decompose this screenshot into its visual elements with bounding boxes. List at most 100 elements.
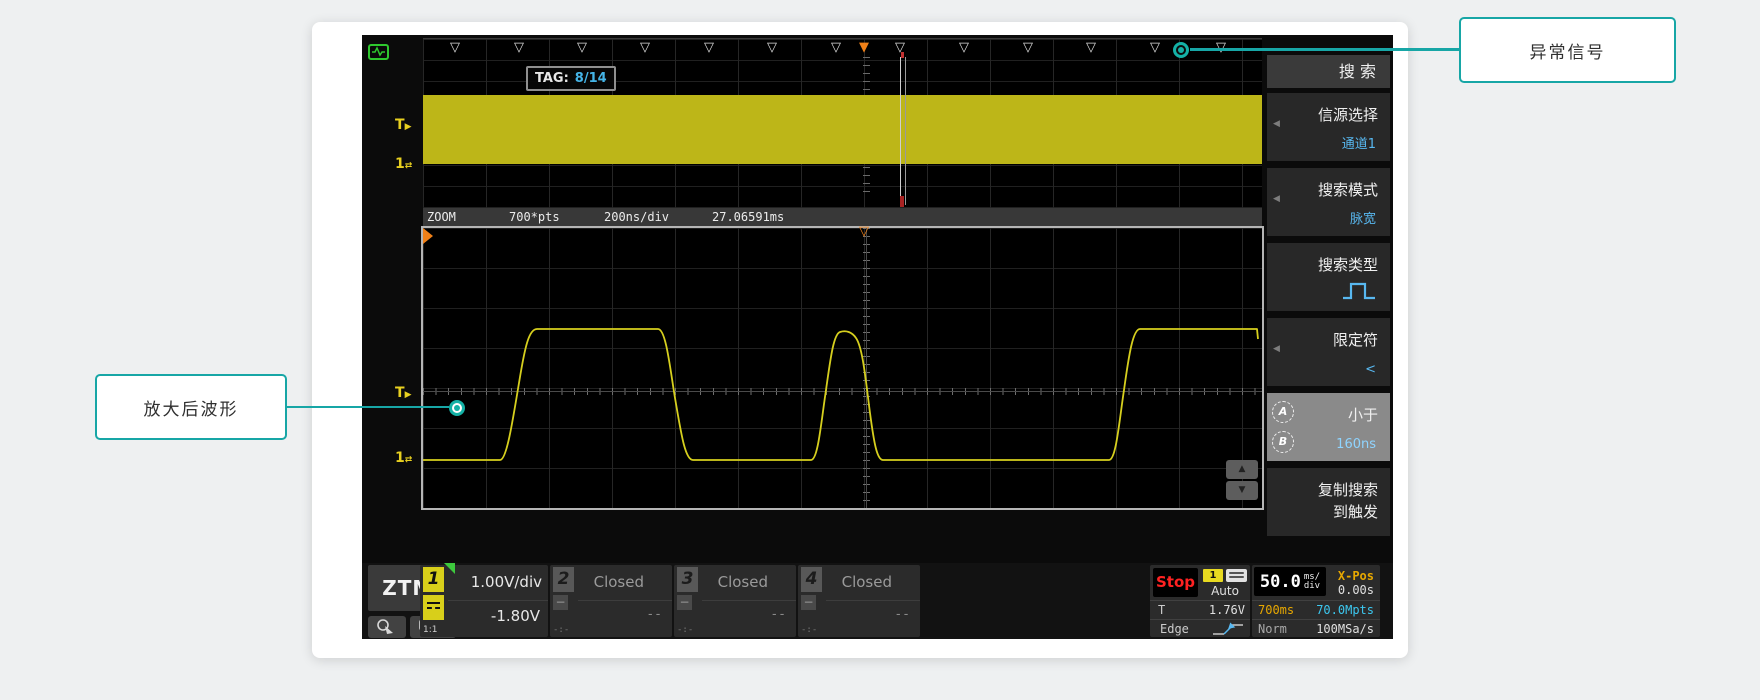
timebase-scale-box: 50.0 ms/div <box>1254 567 1326 596</box>
status-bar: ZTMI 1 1:1 <box>362 563 1393 639</box>
rising-edge-icon <box>1211 622 1245 636</box>
channel4-status[interactable]: 4−Closed---:- <box>798 565 920 637</box>
menu-item-value: 通道1 <box>1342 133 1376 152</box>
menu-item-label: 复制搜索 <box>1318 479 1378 500</box>
zoom-callout-box: 放大后波形 <box>95 374 287 440</box>
bandwidth-limit-badge: − <box>677 595 692 610</box>
menu-item-label: 限定符 <box>1333 329 1378 350</box>
trigger-source-badge: 1 <box>1203 569 1223 582</box>
channel-probe-ratio: -:- <box>677 625 693 635</box>
zoom-info-bar: ZOOM 700*pts 200ns/div 27.06591ms <box>423 208 1262 226</box>
pulse-icon <box>1341 281 1377 305</box>
timebase-unit-2: div <box>1304 581 1320 591</box>
channel-offset-placeholder: -- <box>770 607 786 622</box>
zoom-callout-target-circle <box>449 400 465 416</box>
scroll-down-button[interactable]: ▼ <box>1226 481 1258 500</box>
channel-state: Closed <box>842 573 892 591</box>
compressed-waveform-band <box>423 95 1262 164</box>
anomaly-target-circle <box>1173 42 1189 58</box>
menu-title: 搜 索 <box>1267 55 1390 88</box>
touch-gesture-icon <box>375 617 397 637</box>
channel1-badge: 1 <box>423 567 444 592</box>
menu-item-search-type[interactable]: 搜索类型 <box>1267 243 1390 311</box>
search-event-cursor[interactable] <box>900 57 906 205</box>
search-mark-icon: ▽ <box>514 41 524 54</box>
knob-a-icon: A <box>1272 401 1294 423</box>
channel1-probe-ratio: 1:1 <box>423 625 437 635</box>
skew-arrow-icon: ⇄ <box>405 455 413 465</box>
record-points: 70.0Mpts <box>1316 603 1374 617</box>
anomaly-callout-line <box>1190 48 1459 51</box>
knob-b-icon: B <box>1272 431 1294 453</box>
xpos-label: X-Pos <box>1338 569 1374 583</box>
scope-display-icon <box>368 43 390 61</box>
zoom-timebase: 200ns/div <box>604 208 669 226</box>
timebase-status[interactable]: 50.0 ms/div X-Pos 0.00s 700ms 70.0Mpts N… <box>1252 565 1380 637</box>
trigger-level-value: 1.76V <box>1209 603 1245 617</box>
screenshot-card: T▶ 1⇄ T▶ 1⇄ ▽▽▽▽▽▽▽▽▽▽▽▽▽ ▼ TAG:8/14 <box>312 22 1408 658</box>
search-mark-icon: ▽ <box>450 41 460 54</box>
divider <box>448 600 548 601</box>
arrow-right-icon: ▶ <box>405 390 412 400</box>
search-mark-icon: ▽ <box>704 41 714 54</box>
run-state-badge: Stop <box>1153 568 1198 597</box>
zoom-window: ▽ ▲ ▼ <box>421 226 1264 510</box>
tag-value: 8/14 <box>575 71 607 86</box>
cursor-top-tick <box>901 52 904 58</box>
channel2-badge: 2 <box>553 567 574 592</box>
divider <box>826 600 920 601</box>
timebase-scale: 50.0 <box>1260 572 1301 592</box>
overview-channel1-marker[interactable]: 1⇄ <box>395 156 412 172</box>
tag-counter: TAG:8/14 <box>526 66 616 91</box>
expand-left-icon: ◀ <box>1273 119 1280 129</box>
display-icon <box>1226 569 1247 582</box>
trigger-type: Edge <box>1160 622 1189 636</box>
menu-item-value: < <box>1365 362 1376 377</box>
channel1-scale: 1.00V/div <box>471 573 542 591</box>
dc-coupling-icon <box>423 595 444 620</box>
trigger-status[interactable]: Stop 1 Auto T 1.76V Edge <box>1150 565 1250 637</box>
anomaly-callout-box: 异常信号 <box>1459 17 1676 83</box>
zoom-trigger-level-marker[interactable]: T▶ <box>395 385 411 401</box>
divider <box>702 600 796 601</box>
zoom-points: 700*pts <box>509 208 560 226</box>
trigger-position-icon[interactable]: ▼ <box>859 41 869 54</box>
menu-item-value: 脉宽 <box>1350 208 1376 227</box>
menu-item-copy-to-trigger[interactable]: 复制搜索到触发 <box>1267 468 1390 536</box>
divider <box>1252 619 1380 620</box>
search-mark-icon: ▽ <box>1150 41 1160 54</box>
divider <box>1150 619 1250 620</box>
overview-trigger-level-marker[interactable]: T▶ <box>395 117 411 133</box>
channel3-badge: 3 <box>677 567 698 592</box>
zoom-trace-path <box>423 329 1258 460</box>
menu-item-source-select[interactable]: ◀信源选择通道1 <box>1267 93 1390 161</box>
expand-left-icon: ◀ <box>1273 344 1280 354</box>
channel-state: Closed <box>718 573 768 591</box>
channel4-badge: 4 <box>801 567 822 592</box>
waveform-trace <box>423 228 1262 508</box>
channel-state: Closed <box>594 573 644 591</box>
divider <box>578 600 672 601</box>
search-mark-icon: ▽ <box>959 41 969 54</box>
menu-item-less-than[interactable]: AB小于160ns <box>1267 393 1390 461</box>
xpos-value: 0.00s <box>1338 583 1374 597</box>
skew-arrow-icon: ⇄ <box>405 161 413 171</box>
acquire-mode: Norm <box>1258 622 1287 636</box>
search-mark-icon: ▽ <box>1086 41 1096 54</box>
menu-item-label: 搜索类型 <box>1318 254 1378 275</box>
search-mark-icon: ▽ <box>767 41 777 54</box>
channel2-status[interactable]: 2−Closed---:- <box>550 565 672 637</box>
menu-item-search-mode[interactable]: ◀搜索模式脉宽 <box>1267 168 1390 236</box>
channel3-status[interactable]: 3 − Closed -- -:- <box>674 565 796 637</box>
scroll-up-button[interactable]: ▲ <box>1226 460 1258 479</box>
menu-item-qualifier[interactable]: ◀ 限定符 < <box>1267 318 1390 386</box>
zoom-offset: 27.06591ms <box>712 208 784 226</box>
menu-item-value: 160ns <box>1336 437 1376 452</box>
touch-circle-button[interactable] <box>368 616 406 638</box>
channel1-status[interactable]: 1 1:1 1.00V/div -1.80V <box>420 565 548 637</box>
search-mark-icon: ▽ <box>577 41 587 54</box>
trigger-sweep-mode: Auto <box>1203 584 1247 598</box>
search-mark-icon: ▽ <box>1023 41 1033 54</box>
cursor-bottom-tick <box>900 196 904 207</box>
zoom-channel1-marker[interactable]: 1⇄ <box>395 450 412 466</box>
